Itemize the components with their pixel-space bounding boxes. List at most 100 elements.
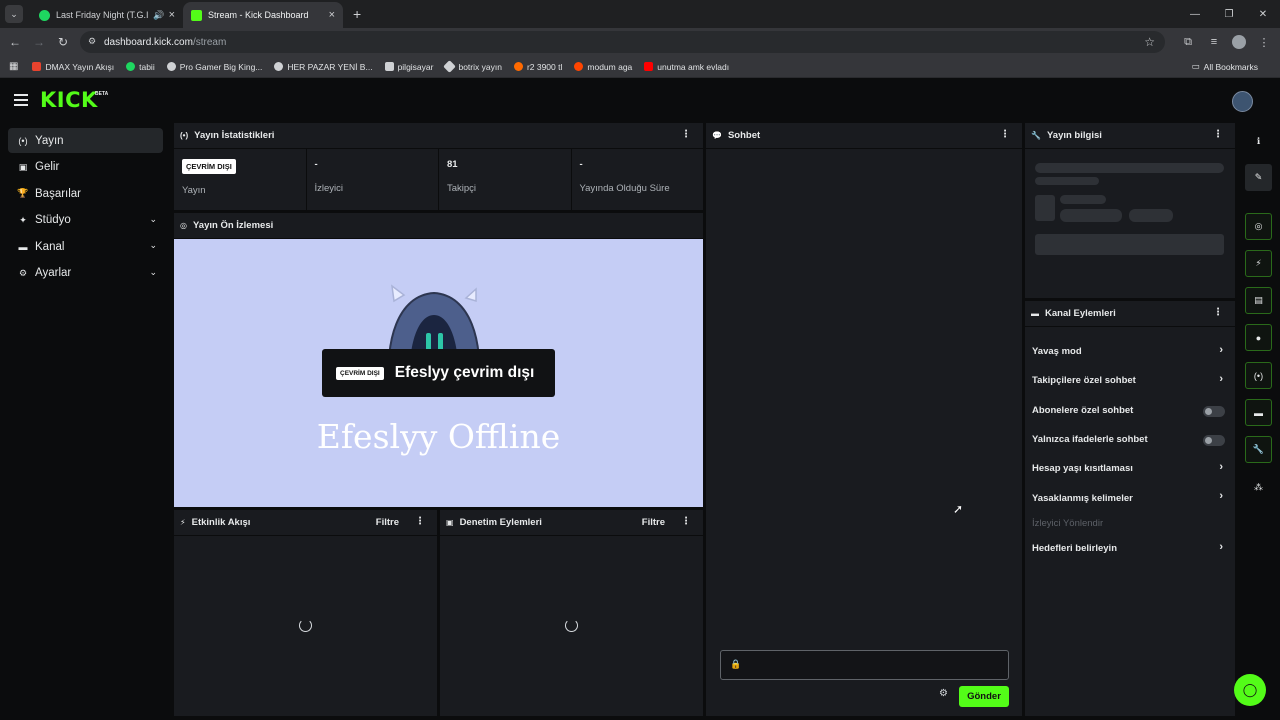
sidebar-item-yayin[interactable]: (•) Yayın — [8, 128, 163, 153]
user-avatar[interactable] — [1232, 91, 1253, 112]
tab-kick-dashboard[interactable]: Stream - Kick Dashboard × — [183, 2, 343, 28]
browser-toolbar-icons: ⧉ ≡ ⋮ — [1180, 28, 1272, 56]
bookmark-item[interactable]: tabii — [126, 62, 155, 72]
panel-header: 💬 Sohbet ⋮ — [706, 123, 1022, 149]
channel-actions-panel: ▬ Kanal Eylemleri ⋮ Yavaş mod › Takipçile… — [1025, 301, 1235, 716]
action-banned-words[interactable]: Yasaklanmış kelimeler › — [1025, 483, 1235, 512]
stream-preview-panel: ◎ Yayın Ön İzlemesi ÇEVRİM DIŞI Efeslyy … — [174, 213, 703, 507]
chat-input[interactable]: 🔒 — [720, 650, 1009, 680]
close-tab-icon[interactable]: × — [169, 9, 175, 21]
new-tab-icon[interactable]: + — [353, 6, 361, 22]
bookmark-favicon-icon — [32, 62, 42, 71]
panel-header: ⚡ Etkinlik Akışı Filtre ⋮ — [174, 510, 437, 536]
filter-button[interactable]: Filtre — [376, 517, 399, 528]
action-slow-mode[interactable]: Yavaş mod › — [1025, 337, 1235, 366]
wrench-icon[interactable]: 🔧 — [1245, 436, 1272, 463]
speaker-icon[interactable]: 🔊 — [153, 10, 164, 21]
help-chat-icon[interactable]: ◯ — [1234, 674, 1266, 706]
panel-header: ▬ Kanal Eylemleri ⋮ — [1025, 301, 1235, 327]
stat-label: Yayında Olduğu Süre — [579, 183, 670, 194]
bookmark-item[interactable]: DMAX Yayın Akışı — [32, 62, 114, 72]
apps-icon[interactable]: ⁂ — [1245, 474, 1272, 501]
sidebar-item-studyo[interactable]: ✦ Stüdyo ⌄ — [8, 208, 163, 233]
back-icon[interactable]: ← — [3, 35, 27, 49]
restore-icon[interactable]: ❐ — [1212, 9, 1246, 20]
url-path: /stream — [192, 36, 227, 48]
subscribers-only-toggle[interactable] — [1203, 405, 1225, 417]
more-options-icon[interactable]: ⋮ — [681, 516, 691, 527]
tab-music[interactable]: Last Friday Night (T.G.I.F.) - 🔊 × — [31, 2, 183, 28]
bookmark-item[interactable]: modum aga — [574, 62, 632, 72]
sidebar-item-kanal[interactable]: ▬ Kanal ⌄ — [8, 234, 163, 259]
bookmark-item[interactable]: unutma amk evladı — [644, 62, 729, 72]
bookmark-item[interactable]: HER PAZAR YENİ B... — [274, 62, 373, 72]
loading-skeleton — [1035, 195, 1055, 221]
shield-icon: ▣ — [446, 518, 454, 527]
more-options-icon[interactable]: ⋮ — [681, 129, 691, 140]
moderation-actions-panel: ▣ Denetim Eylemleri Filtre ⋮ — [440, 510, 703, 716]
sidebar-item-ayarlar[interactable]: ⚙ Ayarlar ⌄ — [8, 261, 163, 286]
document-icon[interactable]: ▤ — [1245, 287, 1272, 314]
more-options-icon[interactable]: ⋮ — [1000, 129, 1010, 140]
pencil-icon[interactable]: ✎ — [1245, 164, 1272, 191]
bookmark-star-icon[interactable]: ☆ — [1144, 35, 1155, 49]
bookmark-favicon-icon — [574, 62, 584, 71]
mouse-cursor-icon: ➚ — [953, 502, 964, 516]
bookmarks-bar: ▦ DMAX Yayın Akışı tabii Pro Gamer Big K… — [0, 56, 1280, 78]
minimize-icon[interactable]: — — [1178, 9, 1212, 20]
hamburger-menu-icon[interactable] — [14, 94, 28, 106]
channel-icon: ▬ — [18, 241, 28, 252]
info-icon[interactable]: ℹ — [1245, 128, 1272, 155]
apps-icon[interactable]: ▦ — [9, 61, 18, 72]
more-options-icon[interactable]: ⋮ — [415, 516, 425, 527]
profile-icon[interactable] — [1232, 35, 1246, 49]
broadcast-icon[interactable]: (•) — [1245, 362, 1272, 389]
chat-bubble-icon[interactable]: ● — [1245, 324, 1272, 351]
action-subscribers-only: Abonelere özel sohbet — [1025, 396, 1235, 425]
close-window-icon[interactable]: ✕ — [1246, 9, 1280, 20]
chat-settings-icon[interactable]: ⚙ — [939, 688, 948, 699]
kick-dashboard: KICK BETA (•) Yayın ▣ Gelir 🏆 Başarılar ✦ St… — [0, 78, 1280, 720]
stat-uptime: - Yayında Olduğu Süre — [572, 149, 704, 210]
sidebar-item-gelir[interactable]: ▣ Gelir — [8, 155, 163, 180]
preview-widget-icon[interactable]: ◎ — [1245, 213, 1272, 240]
send-button[interactable]: Gönder — [959, 686, 1009, 707]
channel-icon[interactable]: ▬ — [1245, 399, 1272, 426]
panel-header: ▣ Denetim Eylemleri Filtre ⋮ — [440, 510, 703, 536]
preview-icon: ◎ — [180, 221, 187, 230]
kick-logo[interactable]: KICK — [40, 88, 98, 112]
forward-icon[interactable]: → — [27, 35, 51, 49]
media-icon[interactable]: ≡ — [1206, 36, 1222, 48]
site-info-icon[interactable]: ⚙ — [88, 36, 96, 47]
bookmark-item[interactable]: botrix yayın — [443, 60, 502, 73]
bookmark-item[interactable]: Pro Gamer Big King... — [166, 62, 262, 72]
extensions-icon[interactable]: ⧉ — [1180, 36, 1196, 49]
sidebar-item-basarilar[interactable]: 🏆 Başarılar — [8, 181, 163, 206]
panel-header: (•) Yayın İstatistikleri ⋮ — [174, 123, 703, 149]
bookmark-item[interactable]: r2 3900 tl — [513, 62, 562, 72]
url-field[interactable]: ⚙ dashboard.kick.com/stream ☆ — [80, 31, 1165, 53]
action-account-age[interactable]: Hesap yaşı kısıtlaması › — [1025, 454, 1235, 483]
chevron-right-icon: › — [1219, 490, 1223, 503]
more-options-icon[interactable]: ⋮ — [1213, 307, 1223, 318]
loading-skeleton — [1129, 209, 1173, 222]
loading-skeleton — [1060, 195, 1106, 204]
close-tab-icon[interactable]: × — [329, 9, 335, 21]
reload-icon[interactable]: ↻ — [51, 35, 75, 49]
bookmark-item[interactable]: pilgisayar — [384, 62, 433, 72]
revenue-icon: ▣ — [18, 161, 28, 172]
panel-title: Yayın bilgisi — [1046, 130, 1102, 141]
all-bookmarks[interactable]: ▭ All Bookmarks — [1192, 61, 1258, 72]
menu-icon[interactable]: ⋮ — [1256, 36, 1272, 49]
channel-icon: ▬ — [1031, 309, 1039, 318]
action-followers-only[interactable]: Takipçilere özel sohbet › — [1025, 366, 1235, 395]
stat-label: İzleyici — [314, 183, 344, 194]
tab-search-button[interactable]: ⌄ — [5, 5, 23, 23]
emote-only-toggle[interactable] — [1203, 434, 1225, 446]
more-options-icon[interactable]: ⋮ — [1213, 129, 1223, 140]
filter-button[interactable]: Filtre — [642, 517, 665, 528]
youtube-icon — [644, 62, 654, 71]
lightning-icon[interactable]: ⚡ — [1245, 250, 1272, 277]
stat-status: ÇEVRİM DIŞI Yayın — [174, 149, 307, 210]
action-set-goals[interactable]: Hedefleri belirleyin › — [1025, 534, 1235, 563]
